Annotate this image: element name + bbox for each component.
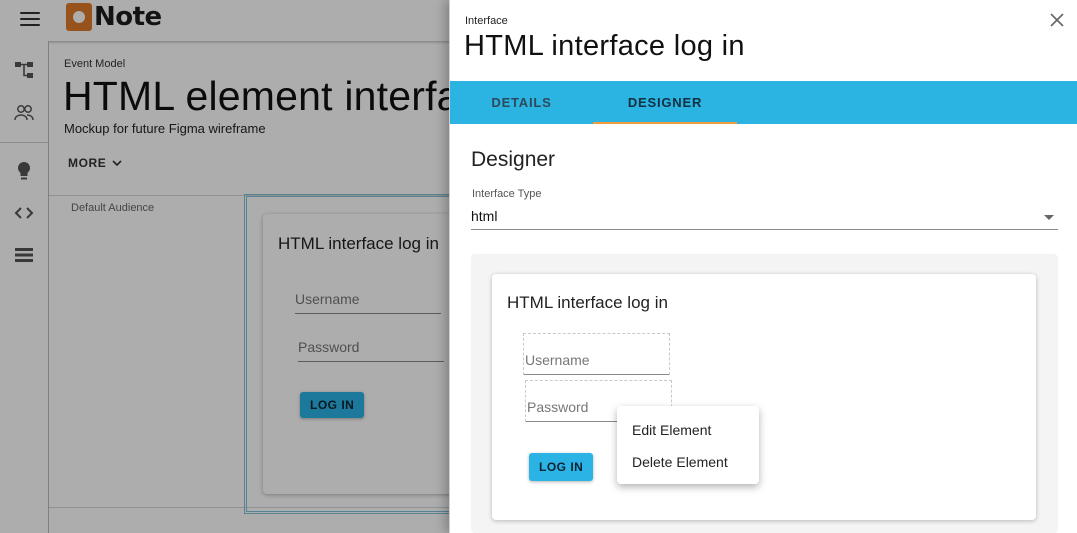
username-placeholder: Username: [525, 352, 590, 368]
tab-designer[interactable]: DESIGNER: [593, 81, 737, 124]
drawer-kicker: Interface: [465, 15, 508, 27]
tab-bar: DETAILS DESIGNER: [450, 81, 1077, 124]
element-context-menu: Edit Element Delete Element: [617, 406, 759, 484]
preview-card: HTML interface log in Username Password …: [492, 274, 1036, 520]
tab-details[interactable]: DETAILS: [450, 81, 593, 124]
interface-type-label: Interface Type: [472, 188, 542, 200]
preview-title: HTML interface log in: [507, 293, 668, 312]
designer-preview-area: HTML interface log in Username Password …: [471, 254, 1058, 533]
interface-type-value: html: [471, 208, 498, 224]
interface-drawer: Interface HTML interface log in DETAILS …: [449, 0, 1077, 533]
password-placeholder: Password: [527, 399, 589, 415]
designer-heading: Designer: [471, 148, 556, 171]
close-icon[interactable]: [1048, 11, 1066, 29]
field-underline: [524, 374, 669, 375]
dropdown-arrow-icon: [1044, 215, 1054, 220]
preview-username-field[interactable]: Username: [523, 333, 670, 375]
delete-element-menu-item[interactable]: Delete Element: [617, 446, 759, 478]
drawer-title: HTML interface log in: [464, 30, 745, 62]
interface-type-select[interactable]: html: [471, 204, 1058, 230]
edit-element-menu-item[interactable]: Edit Element: [617, 414, 759, 446]
preview-login-button[interactable]: LOG IN: [529, 453, 594, 481]
